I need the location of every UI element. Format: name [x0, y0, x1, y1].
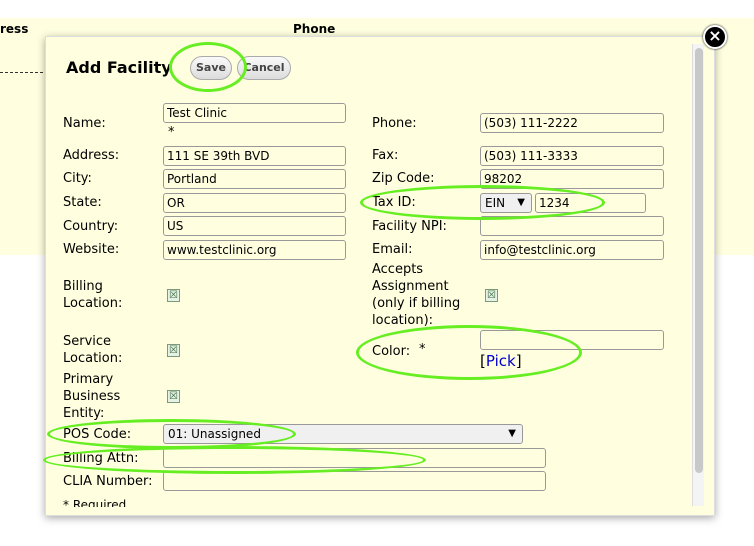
city-label: City:: [63, 171, 92, 186]
dialog-title: Add Facility: [66, 58, 172, 77]
background-column-header-address: ress: [0, 22, 29, 36]
billing-location-label-line1: Billing: [63, 279, 103, 294]
chevron-down-icon: ▼: [508, 428, 516, 439]
primary-business-label-line3: Entity:: [63, 406, 105, 421]
color-required-asterisk: *: [419, 342, 426, 357]
zip-code-label: Zip Code:: [372, 171, 435, 186]
state-field[interactable]: [163, 193, 346, 213]
required-footnote: * Required: [63, 498, 127, 507]
service-location-label-line2: Location:: [63, 351, 123, 366]
tax-id-label: Tax ID:: [372, 195, 416, 210]
phone-label: Phone:: [372, 116, 417, 131]
website-label: Website:: [63, 242, 120, 257]
city-field[interactable]: [163, 169, 346, 189]
facility-npi-label: Facility NPI:: [372, 219, 447, 234]
billing-attn-field[interactable]: [163, 448, 546, 468]
pick-link-text[interactable]: Pick: [486, 352, 516, 370]
close-icon[interactable]: ×: [703, 25, 727, 49]
background-dashed-divider: [0, 72, 48, 73]
pick-close-bracket: ]: [515, 352, 522, 370]
name-field[interactable]: [163, 103, 346, 123]
accepts-assignment-label-line4: location):: [372, 313, 434, 328]
service-location-label-line1: Service: [63, 334, 112, 349]
clia-number-field[interactable]: [163, 471, 546, 491]
zip-code-field[interactable]: [480, 169, 664, 189]
accepts-assignment-checkbox[interactable]: ☒: [485, 289, 498, 302]
accepts-assignment-label-line2: Assignment: [372, 279, 449, 294]
accepts-assignment-label-line1: Accepts: [372, 262, 424, 277]
color-field[interactable]: [480, 330, 664, 350]
primary-business-checkbox[interactable]: ☒: [167, 390, 180, 403]
chevron-down-icon: ▼: [517, 197, 525, 208]
billing-location-checkbox[interactable]: ☒: [167, 289, 180, 302]
billing-attn-label: Billing Attn:: [63, 451, 139, 466]
tax-id-field[interactable]: [535, 193, 646, 213]
tax-id-type-select[interactable]: EIN ▼: [480, 193, 532, 213]
accepts-assignment-label-line3: (only if billing: [372, 296, 461, 311]
facility-npi-field[interactable]: [480, 216, 664, 236]
website-field[interactable]: [163, 240, 346, 260]
fax-field[interactable]: [480, 146, 664, 166]
pick-color-link[interactable]: [Pick]: [480, 352, 522, 370]
country-field[interactable]: [163, 216, 346, 236]
pos-code-label: POS Code:: [63, 427, 132, 442]
address-label: Address:: [63, 148, 120, 163]
name-label: Name:: [63, 116, 106, 131]
pos-code-select[interactable]: 01: Unassigned ▼: [163, 424, 523, 444]
primary-business-label-line2: Business: [63, 389, 121, 404]
color-label: Color:: [372, 344, 411, 359]
background-column-header-phone: Phone: [293, 22, 336, 36]
name-required-asterisk: *: [168, 125, 175, 140]
save-button[interactable]: Save: [190, 56, 232, 80]
service-location-checkbox[interactable]: ☒: [167, 344, 180, 357]
dialog-scrollbar[interactable]: [692, 44, 704, 506]
clia-number-label: CLIA Number:: [63, 474, 153, 489]
cancel-button[interactable]: Cancel: [237, 56, 291, 80]
fax-label: Fax:: [372, 148, 399, 163]
tax-id-type-value: EIN: [485, 196, 506, 210]
country-label: Country:: [63, 219, 119, 234]
state-label: State:: [63, 195, 102, 210]
email-label: Email:: [372, 242, 413, 257]
address-field[interactable]: [163, 146, 346, 166]
phone-field[interactable]: [480, 113, 664, 133]
primary-business-label-line1: Primary: [63, 372, 114, 387]
email-field[interactable]: [480, 240, 664, 260]
billing-location-label-line2: Location:: [63, 296, 123, 311]
scrollbar-thumb[interactable]: [695, 48, 703, 473]
pos-code-value: 01: Unassigned: [168, 427, 261, 441]
